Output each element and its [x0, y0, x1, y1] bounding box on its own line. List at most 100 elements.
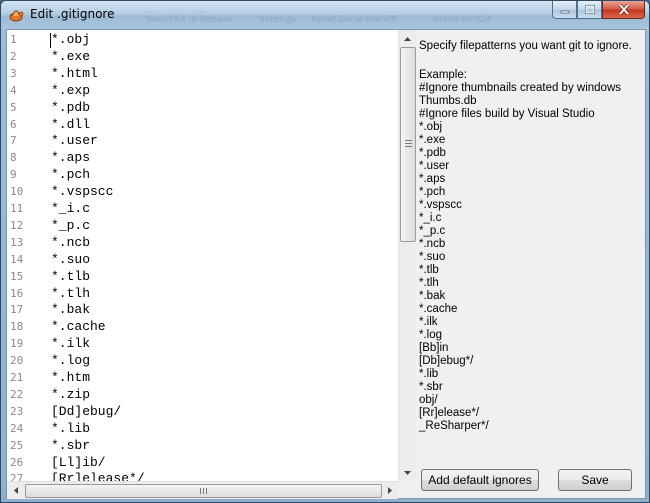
line-number: 19: [10, 337, 24, 351]
help-example-line: *.sbr: [419, 381, 443, 393]
help-example-line: *.pdb: [419, 147, 446, 159]
text-caret: [50, 33, 51, 48]
line-number-gutter: 1 2 3 4 5 6 7 8 9 10 11 12 13 14 15 16 17 18 19 20 21 22 23 24 2…: [7, 30, 41, 481]
line-number: 25: [10, 438, 24, 452]
line-number: 26: [10, 455, 24, 469]
horizontal-scroll-thumb[interactable]: [25, 484, 382, 498]
help-example-line: Example:: [419, 69, 467, 81]
close-icon: [618, 4, 629, 15]
editor-line[interactable]: [Ll]ib/: [51, 455, 106, 472]
line-number: 1: [10, 33, 17, 46]
line-number: 27: [10, 472, 24, 481]
editor-line[interactable]: *.obj: [51, 32, 90, 49]
editor-line[interactable]: *.zip: [51, 387, 90, 404]
gitignore-editor[interactable]: 1 2 3 4 5 6 7 8 9 10 11 12 13 14 15 16 17 18 19 20 21 22 23 24 2…: [7, 30, 398, 481]
editor-line[interactable]: *.bak: [51, 302, 90, 319]
editor-line[interactable]: *.exp: [51, 83, 90, 100]
editor-line[interactable]: *.log: [51, 353, 90, 370]
help-example-line: *.user: [419, 160, 450, 172]
ghost-text: Soar/FFX in Rebase: [146, 15, 233, 25]
editor-line[interactable]: *.vspscc: [51, 184, 113, 201]
maximize-button[interactable]: [577, 1, 602, 19]
grip-line: [405, 143, 412, 144]
ghost-text: ...: [146, 5, 155, 15]
help-example-line: _ReSharper*/: [419, 420, 489, 432]
help-example-line: *.bak: [419, 290, 446, 302]
editor-line[interactable]: *.aps: [51, 150, 90, 167]
help-example-line: Thumbs.db: [419, 95, 477, 107]
editor-line[interactable]: *.pch: [51, 167, 90, 184]
editor-line[interactable]: [Rr]elease*/: [51, 471, 145, 481]
save-button[interactable]: Save: [558, 469, 632, 491]
edit-gitignore-window: Edit .gitignore ... ... Soar/FFX in Reba…: [0, 0, 650, 503]
help-example-line: *.ncb: [419, 238, 446, 250]
editor-line[interactable]: *.user: [51, 133, 98, 150]
triangle-left-icon: [13, 487, 18, 494]
help-example-line: *.aps: [419, 173, 446, 185]
line-number: 9: [10, 168, 17, 182]
scroll-up-arrow[interactable]: [399, 30, 416, 47]
minimize-button[interactable]: [552, 1, 577, 19]
help-example-line: [Db]ebug*/: [419, 355, 474, 367]
line-number: 5: [10, 100, 17, 114]
horizontal-scrollbar[interactable]: [7, 481, 398, 499]
editor-line[interactable]: *.ncb: [51, 235, 90, 252]
ghost-text: Stash TortGit: [433, 15, 491, 25]
editor-line[interactable]: *_p.c: [51, 218, 90, 235]
editor-line[interactable]: *.html: [51, 66, 98, 83]
editor-line[interactable]: [Dd]ebug/: [51, 404, 121, 421]
help-example-line: obj/: [419, 394, 438, 406]
help-example-line: *.tlh: [419, 277, 439, 289]
scroll-right-arrow[interactable]: [381, 482, 398, 499]
line-number: 12: [10, 218, 24, 232]
scrollbar-corner: [398, 481, 415, 498]
tortoise-icon: [8, 7, 24, 23]
editor-line[interactable]: *.tlh: [51, 286, 90, 303]
ghost-text: ...: [196, 5, 205, 15]
help-example-line: *.suo: [419, 251, 446, 263]
line-number: 13: [10, 235, 24, 249]
vertical-scrollbar[interactable]: [398, 30, 416, 481]
help-example-line: *.tlb: [419, 264, 439, 276]
help-example-line: [Rr]elease*/: [419, 407, 480, 419]
help-example-line: #Ignore files build by Visual Studio: [419, 108, 595, 120]
dialog-client: 1 2 3 4 5 6 7 8 9 10 11 12 13 14 15 16 17 18 19 20 21 22 23 24 2…: [6, 29, 646, 499]
triangle-down-icon: [404, 470, 411, 475]
editor-line[interactable]: *_i.c: [51, 201, 90, 218]
close-button[interactable]: [602, 1, 645, 19]
line-number: 22: [10, 387, 24, 401]
triangle-up-icon: [404, 36, 411, 41]
editor-line[interactable]: *.cache: [51, 319, 106, 336]
help-example-line: *.lib: [419, 368, 439, 380]
editor-line[interactable]: *.exe: [51, 49, 90, 66]
help-example-line: *.vspscc: [419, 199, 462, 211]
editor-line[interactable]: *.ilk: [51, 336, 90, 353]
maximize-icon: [584, 5, 595, 14]
help-example-line: #Ignore thumbnails created by windows: [419, 82, 622, 94]
grip-line: [200, 488, 201, 494]
scroll-left-arrow[interactable]: [7, 482, 24, 499]
line-number: 10: [10, 185, 24, 199]
editor-line[interactable]: *.dll: [51, 117, 90, 134]
editor-line[interactable]: *.suo: [51, 252, 90, 269]
editor-line[interactable]: *.sbr: [51, 438, 90, 455]
scroll-thumb[interactable]: [400, 47, 416, 242]
editor-line[interactable]: *.pdb: [51, 100, 90, 117]
editor-line[interactable]: *.htm: [51, 370, 90, 387]
ghost-text: Reset Local branch: [311, 15, 397, 25]
grip-line: [405, 140, 412, 141]
add-default-ignores-button[interactable]: Add default ignores: [421, 469, 539, 491]
editor-line[interactable]: *.tlb: [51, 269, 90, 286]
help-intro-text: Specify filepatterns you want git to ign…: [419, 40, 632, 52]
help-example-line: *.pch: [419, 186, 446, 198]
scroll-down-arrow[interactable]: [399, 464, 416, 481]
caption-buttons: [552, 1, 645, 21]
line-number: 3: [10, 66, 17, 80]
title-bar[interactable]: Edit .gitignore ... ... Soar/FFX in Reba…: [1, 1, 649, 29]
line-number: 17: [10, 303, 24, 317]
minimize-icon: [560, 10, 569, 13]
editor-line[interactable]: *.lib: [51, 421, 90, 438]
line-number: 23: [10, 404, 24, 418]
line-number: 8: [10, 151, 17, 165]
line-number: 2: [10, 49, 17, 63]
